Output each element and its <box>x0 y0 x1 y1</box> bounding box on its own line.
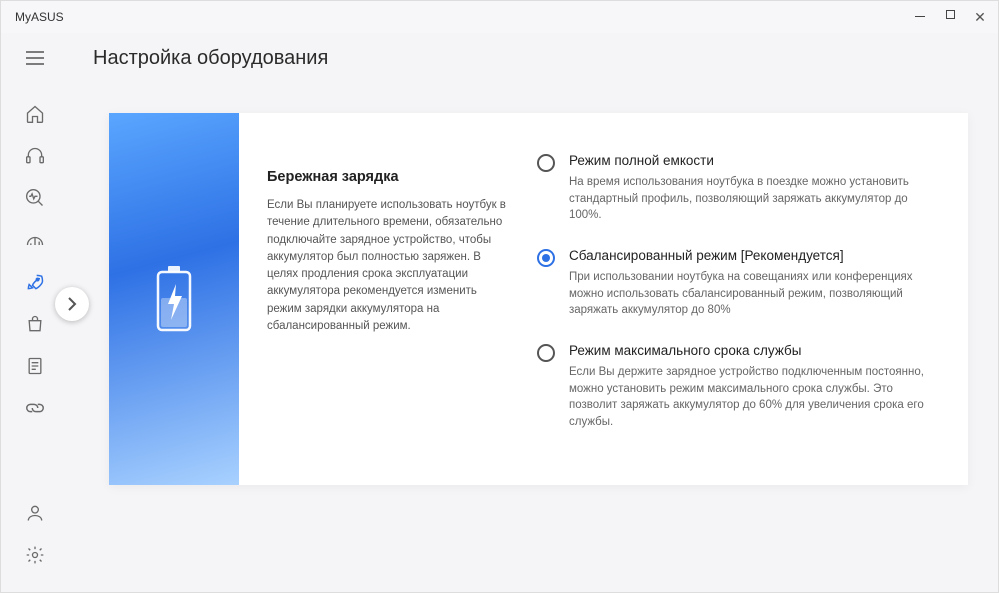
gauge-icon[interactable] <box>24 229 46 251</box>
radio-icon[interactable] <box>537 154 555 172</box>
expand-sidebar-handle[interactable] <box>55 287 89 321</box>
section-heading: Бережная зарядка <box>267 169 507 185</box>
titlebar: MyASUS ✕ <box>1 1 998 33</box>
headset-icon[interactable] <box>24 145 46 167</box>
profile-icon[interactable] <box>24 502 46 524</box>
option-desc: На время использования ноутбука в поездк… <box>569 174 938 224</box>
hamburger-icon[interactable] <box>17 51 53 65</box>
battery-health-card: Бережная зарядка Если Вы планируете испо… <box>109 113 968 485</box>
option-full-capacity[interactable]: Режим полной емкости На время использова… <box>537 153 938 224</box>
option-balanced[interactable]: Сбалансированный режим [Рекомендуется] П… <box>537 248 938 319</box>
option-desc: При использовании ноутбука на совещаниях… <box>569 269 938 319</box>
maximize-button[interactable] <box>944 9 956 26</box>
card-illustration <box>109 113 239 485</box>
window-controls: ✕ <box>914 9 986 26</box>
document-icon[interactable] <box>24 355 46 377</box>
bag-icon[interactable] <box>24 313 46 335</box>
page-title: Настройка оборудования <box>93 47 328 70</box>
close-button[interactable]: ✕ <box>974 9 986 26</box>
option-title: Режим максимального срока службы <box>569 343 938 358</box>
link-icon[interactable] <box>24 397 46 419</box>
options-list: Режим полной емкости На время использова… <box>529 113 968 485</box>
option-desc: Если Вы держите зарядное устройство подк… <box>569 364 938 431</box>
battery-bolt-icon <box>152 264 196 334</box>
section-description: Бережная зарядка Если Вы планируете испо… <box>239 113 529 485</box>
sidebar <box>1 83 69 592</box>
option-title: Режим полной емкости <box>569 153 938 168</box>
header: Настройка оборудования <box>1 33 998 83</box>
radio-icon[interactable] <box>537 249 555 267</box>
pulse-search-icon[interactable] <box>24 187 46 209</box>
option-max-lifespan[interactable]: Режим максимального срока службы Если Вы… <box>537 343 938 431</box>
settings-icon[interactable] <box>24 544 46 566</box>
content-area: Бережная зарядка Если Вы планируете испо… <box>69 83 998 592</box>
minimize-button[interactable] <box>914 9 926 26</box>
home-icon[interactable] <box>24 103 46 125</box>
section-text: Если Вы планируете использовать ноутбук … <box>267 197 507 335</box>
option-title: Сбалансированный режим [Рекомендуется] <box>569 248 938 263</box>
radio-icon[interactable] <box>537 344 555 362</box>
rocket-icon[interactable] <box>24 271 46 293</box>
app-title: MyASUS <box>15 10 64 24</box>
